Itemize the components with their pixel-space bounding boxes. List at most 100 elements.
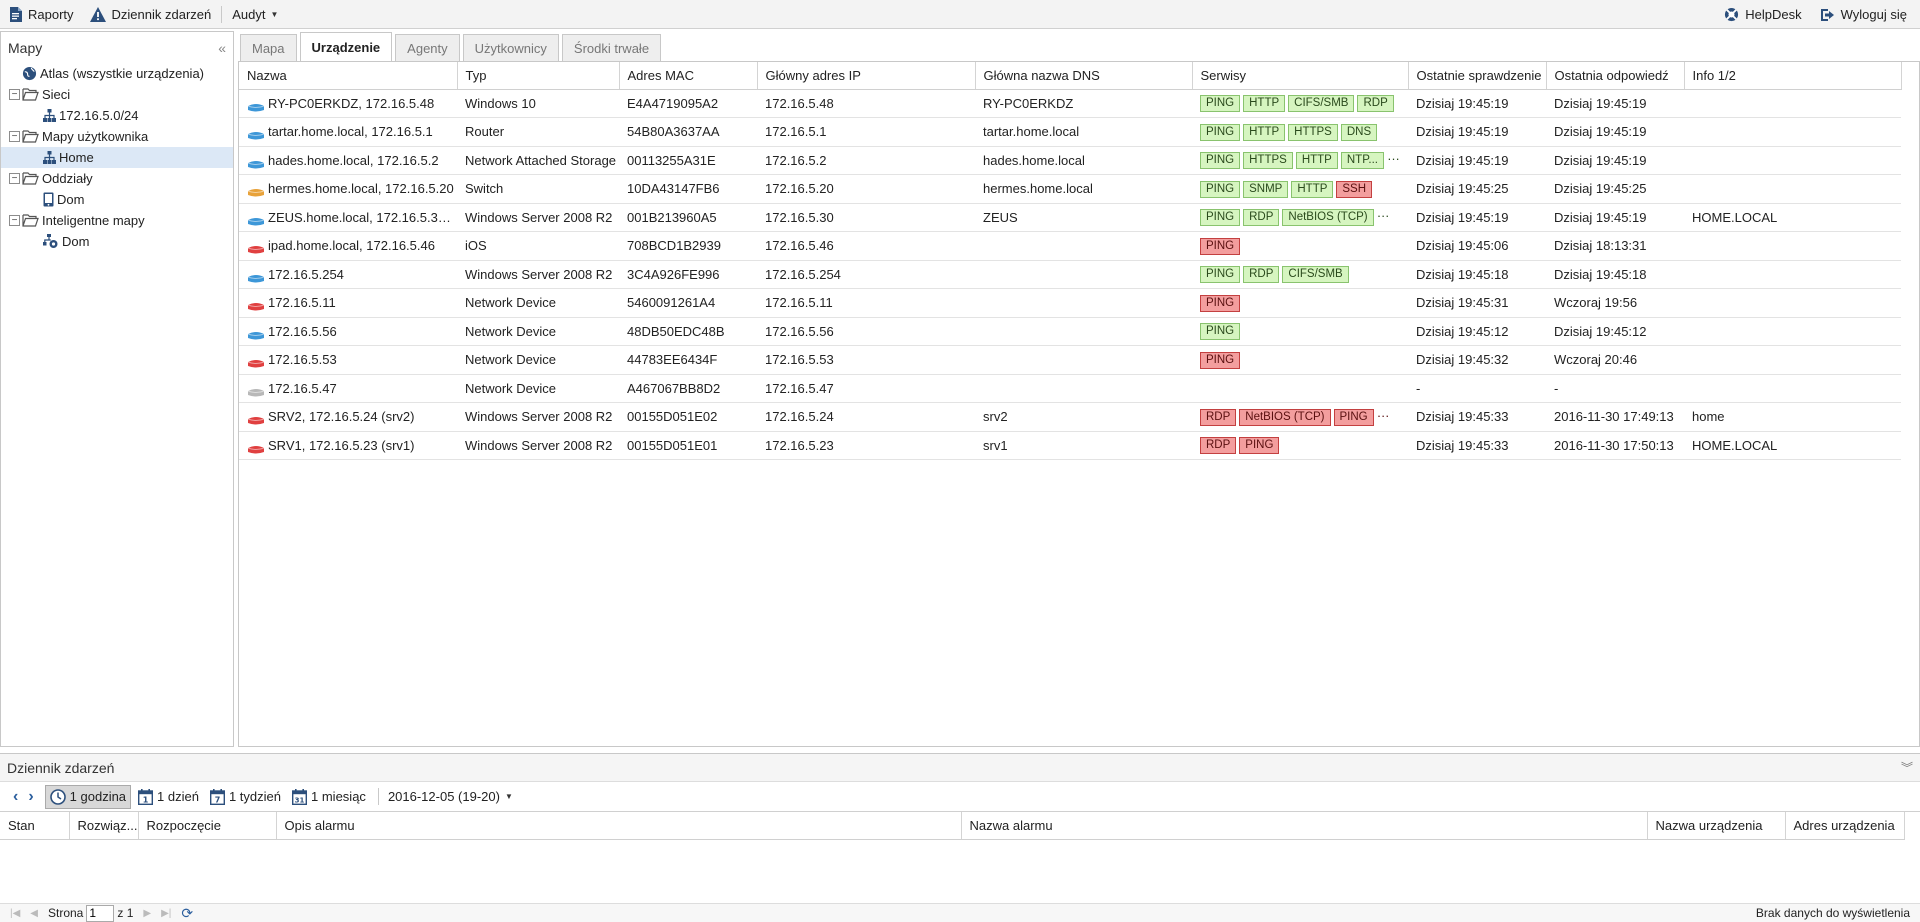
table-row[interactable]: tartar.home.local, 172.16.5.1 Router 54B80…	[239, 117, 1901, 147]
device-mac-cell: 00155D051E02	[619, 402, 757, 432]
device-ip-cell: 172.16.5.11	[757, 288, 975, 318]
device-dns-cell: tartar.home.local	[975, 117, 1192, 147]
next-page-icon[interactable]: ▶	[143, 908, 151, 919]
tab-5[interactable]: Środki trwałe	[561, 34, 662, 61]
tree-item[interactable]: − Sieci	[1, 84, 233, 105]
tab-3[interactable]: Agenty	[395, 34, 460, 61]
collapse-toggle-icon[interactable]: −	[9, 215, 20, 226]
device-ip-cell: 172.16.5.53	[757, 345, 975, 375]
device-checked-cell: Dzisiaj 19:45:19	[1408, 203, 1546, 232]
date-range-select[interactable]: 2016-12-05 (19-20) ▼	[384, 785, 517, 809]
device-type-cell: Network Device	[457, 374, 619, 403]
column-header[interactable]: Główna nazwa DNS	[975, 62, 1193, 90]
column-header[interactable]: Serwisy	[1192, 62, 1409, 90]
table-row[interactable]: SRV1, 172.16.5.23 (srv1) Windows Server 2…	[239, 431, 1901, 460]
event-log-button[interactable]: Dziennik zdarzeń	[85, 0, 217, 29]
table-row[interactable]: 172.16.5.47 Network Device A467067BB8D2 172…	[239, 374, 1901, 403]
device-status-icon	[247, 214, 265, 226]
device-name-cell: RY-PC0ERKDZ, 172.16.5.48	[239, 89, 457, 118]
table-row[interactable]: hades.home.local, 172.16.5.2 Network Atta…	[239, 146, 1901, 175]
table-row[interactable]: SRV2, 172.16.5.24 (srv2) Windows Server 2…	[239, 402, 1901, 432]
last-page-icon[interactable]: ▶|	[161, 908, 171, 919]
column-header[interactable]: Rozpoczęcie	[138, 812, 277, 840]
device-mac-cell: 708BCD1B2939	[619, 231, 757, 261]
table-row[interactable]: 172.16.5.53 Network Device 44783EE6434F 172…	[239, 345, 1901, 375]
table-row[interactable]: ipad.home.local, 172.16.5.46 iOS 708BCD1B2…	[239, 231, 1901, 261]
previous-arrow-icon[interactable]: ‹	[8, 788, 23, 806]
collapse-toggle-icon[interactable]: −	[9, 173, 20, 184]
table-row[interactable]: 172.16.5.11 Network Device 5460091261A4 172…	[239, 288, 1901, 318]
reports-button[interactable]: Raporty	[0, 0, 79, 29]
column-header[interactable]: Nazwa urządzenia	[1647, 812, 1786, 840]
time-range-button[interactable]: 7 1 tydzień	[206, 785, 285, 809]
tree-item[interactable]: − Inteligentne mapy	[1, 210, 233, 231]
logout-button[interactable]: Wyloguj się	[1815, 0, 1912, 29]
column-header[interactable]: Opis alarmu	[276, 812, 962, 840]
column-header[interactable]: Info 1/2	[1684, 62, 1902, 90]
device-name: SRV1, 172.16.5.23 (srv1)	[268, 437, 415, 453]
tree-item[interactable]: − Oddziały	[1, 168, 233, 189]
device-response-cell: Dzisiaj 19:45:19	[1546, 146, 1684, 175]
tree-item[interactable]: 172.16.5.0/24	[1, 105, 233, 126]
time-range-button[interactable]: 1 godzina	[44, 784, 132, 809]
table-row[interactable]: 172.16.5.56 Network Device 48DB50EDC48B 172…	[239, 317, 1901, 346]
column-header[interactable]: Nazwa	[239, 62, 458, 90]
column-header[interactable]: Adres MAC	[619, 62, 758, 90]
previous-page-icon[interactable]: ◀	[30, 908, 38, 919]
tree-item[interactable]: Atlas (wszystkie urządzenia)	[1, 63, 233, 84]
column-header[interactable]: Ostatnia odpowiedź	[1546, 62, 1685, 90]
first-page-icon[interactable]: |◀	[10, 908, 20, 919]
table-row[interactable]: ZEUS.home.local, 172.16.5.30 ... Windows …	[239, 203, 1901, 232]
column-header[interactable]: Stan	[0, 812, 70, 840]
device-name-cell: tartar.home.local, 172.16.5.1	[239, 117, 457, 147]
page-number-input[interactable]	[86, 904, 115, 922]
helpdesk-button[interactable]: HelpDesk	[1719, 0, 1806, 29]
device-info-cell	[1684, 117, 1901, 147]
device-info-cell: HOME.LOCAL	[1684, 203, 1901, 232]
column-header[interactable]: Główny adres IP	[757, 62, 976, 90]
devices-panel: Nazwa Typ Adres MAC Główny adres IP Główna n…	[238, 61, 1920, 747]
tree-item-label: Dom	[57, 192, 85, 207]
device-status-icon	[247, 328, 265, 340]
collapse-log-icon[interactable]: ︾	[1901, 759, 1913, 776]
table-row[interactable]: RY-PC0ERKDZ, 172.16.5.48 Windows 10 E4A471…	[239, 89, 1901, 118]
tree-item[interactable]: Dom	[1, 231, 233, 252]
time-range-button[interactable]: 1 1 dzień	[134, 785, 203, 809]
service-badge: HTTP	[1295, 152, 1338, 170]
tab-4[interactable]: Użytkownicy	[462, 34, 559, 61]
audit-menu[interactable]: Audyt ▼	[227, 0, 283, 29]
refresh-icon[interactable]: ⟳	[181, 905, 193, 922]
logout-icon	[1820, 8, 1835, 22]
devices-table: Nazwa Typ Adres MAC Główny adres IP Główna n…	[239, 62, 1902, 460]
device-checked-cell: Dzisiaj 19:45:19	[1408, 146, 1546, 175]
device-response-cell: Dzisiaj 19:45:19	[1546, 117, 1684, 147]
device-services-cell: PING	[1192, 317, 1408, 346]
column-header[interactable]: Ostatnie sprawdzenie	[1408, 62, 1547, 90]
collapse-panel-icon[interactable]: «	[218, 40, 226, 56]
tree-item[interactable]: − Mapy użytkownika	[1, 126, 233, 147]
table-row[interactable]: 172.16.5.254 Windows Server 2008 R2 3C4A92…	[239, 260, 1901, 289]
tree-item[interactable]: Dom	[1, 189, 233, 210]
audit-label: Audyt	[232, 6, 266, 22]
column-header[interactable]: Typ	[457, 62, 620, 90]
column-header[interactable]: Rozwiąz...	[69, 812, 139, 840]
tab-2[interactable]: Urządzenie	[299, 32, 393, 61]
calendar-1-icon: 1	[138, 788, 154, 805]
device-services-cell: PING HTTPS HTTP NTP...	[1192, 146, 1408, 175]
device-ip-cell: 172.16.5.30	[757, 203, 975, 232]
collapse-toggle-icon[interactable]: −	[9, 89, 20, 100]
table-row[interactable]: hermes.home.local, 172.16.5.20 Switch 10DA…	[239, 174, 1901, 204]
lifebuoy-icon	[1724, 7, 1739, 22]
next-arrow-icon[interactable]: ›	[23, 788, 38, 806]
column-header[interactable]: Adres urządzenia	[1785, 812, 1905, 840]
device-checked-cell: Dzisiaj 19:45:33	[1408, 431, 1546, 460]
tree-item[interactable]: Home	[1, 147, 233, 168]
time-range-button[interactable]: 31 1 miesiąc	[288, 785, 370, 809]
folder-open-icon	[22, 130, 39, 143]
collapse-toggle-icon[interactable]: −	[9, 131, 20, 142]
column-header[interactable]: Nazwa alarmu	[961, 812, 1648, 840]
device-name: ipad.home.local, 172.16.5.46	[268, 238, 435, 254]
tab-1[interactable]: Mapa	[240, 34, 297, 61]
device-info-cell	[1684, 231, 1901, 261]
device-dns-cell	[975, 345, 1192, 375]
